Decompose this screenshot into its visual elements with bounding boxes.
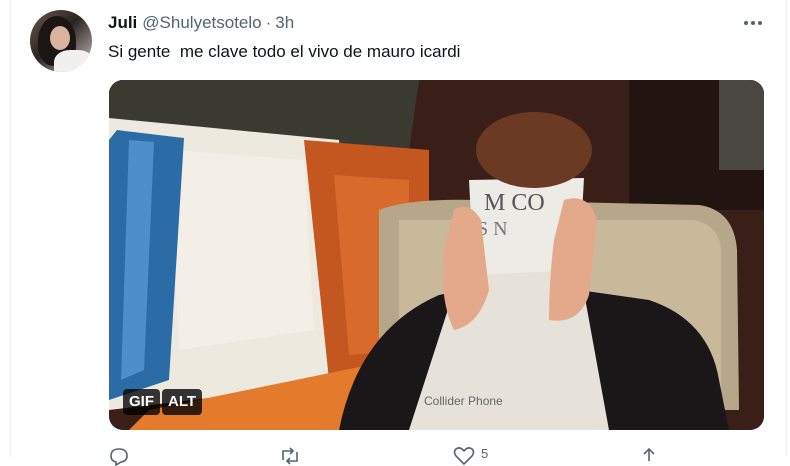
display-name[interactable]: Juli [108, 13, 137, 33]
more-dot [751, 21, 755, 25]
more-dot [744, 21, 748, 25]
scene-right-object [719, 80, 764, 170]
more-dot [758, 21, 762, 25]
like-button[interactable]: 5 [453, 446, 488, 466]
separator-dot: · [265, 13, 272, 32]
scene-newspaper-print: Collider Phone [424, 394, 503, 408]
like-count: 5 [481, 446, 489, 461]
alt-badge[interactable]: ALT [162, 389, 203, 415]
gif-media[interactable]: M CO S N Collider Phone GIF ALT [109, 80, 764, 430]
tweet-text: Si gente me clave todo el vivo de mauro … [108, 42, 461, 61]
scene-hair [476, 112, 592, 188]
avatar-shirt [54, 50, 92, 72]
tweet-card[interactable]: Juli @Shulyetsotelo · 3h Si gente me cla… [0, 0, 790, 466]
gif-scene-image: M CO S N Collider Phone [109, 80, 764, 430]
scene-newspaper-print: M CO [484, 190, 545, 216]
gif-badge: GIF [123, 389, 160, 415]
user-handle[interactable]: @Shulyetsotelo [142, 13, 261, 33]
timestamp[interactable]: 3h [275, 13, 294, 33]
more-dots-icon[interactable] [740, 12, 766, 34]
right-divider [786, 0, 787, 458]
like-icon [453, 447, 475, 466]
share-button[interactable] [638, 446, 660, 466]
media-badges: GIF ALT [123, 389, 203, 415]
retweet-button[interactable] [278, 446, 302, 466]
avatar[interactable] [30, 10, 92, 72]
share-icon [643, 447, 655, 461]
reply-icon [110, 448, 128, 466]
tweet-header: Juli @Shulyetsotelo · 3h [108, 12, 294, 34]
avatar-face [50, 26, 70, 50]
reply-button[interactable] [108, 446, 130, 466]
tweet-actions: 5 [108, 446, 668, 466]
left-divider [0, 0, 11, 458]
scene-window [169, 150, 314, 350]
retweet-icon [282, 447, 298, 465]
